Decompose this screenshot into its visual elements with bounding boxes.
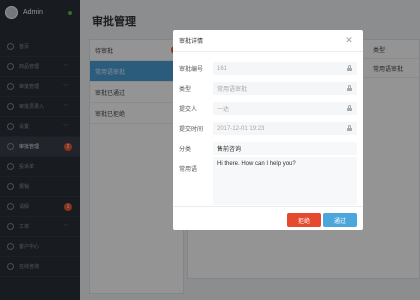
phrase-textarea[interactable]: Hi there. How can I help you? [213,157,357,205]
approve-button[interactable]: 通过 [323,213,357,227]
field-label: 审批编号 [179,67,204,73]
submit-time-field: 2017-12-01 19:23 [213,122,357,135]
field-value: 2017-12-01 19:23 [217,125,265,132]
field-row-category: 分类 售前咨询 [173,140,363,157]
submitter-field: 一达 [213,102,357,115]
field-value: 售前咨询 [217,147,242,153]
field-row-id: 审批编号 161 [173,60,363,77]
field-row-submit-time: 提交时间 2017-12-01 19:23 [173,120,363,137]
lock-icon [347,105,352,111]
lock-icon [347,85,352,91]
field-row-submitter: 提交人 一达 [173,100,363,117]
field-value: 一达 [217,107,230,113]
field-label: 提交人 [179,107,198,113]
lock-icon [347,65,352,71]
approval-id-field: 161 [213,62,357,75]
field-row-type: 类型 常用语审批 [173,80,363,97]
approval-detail-dialog: 审批详情 ✕ 审批编号 161 类型 常用语审批 提交人 一达 提交时间 201… [173,30,363,230]
close-icon[interactable]: ✕ [341,35,357,46]
field-value: 常用语审批 [217,87,248,93]
reject-button[interactable]: 拒绝 [287,213,321,227]
field-label: 类型 [179,87,192,93]
dialog-header: 审批详情 ✕ [173,30,363,52]
type-field: 常用语审批 [213,82,357,95]
dialog-title: 审批详情 [179,39,204,45]
category-field[interactable]: 售前咨询 [213,142,357,155]
dialog-footer: 拒绝 通过 [173,206,363,230]
field-label: 常用语 [179,167,198,173]
field-label: 分类 [179,147,192,153]
field-label: 提交时间 [179,127,204,133]
lock-icon [347,125,352,131]
field-value: 161 [217,65,228,72]
